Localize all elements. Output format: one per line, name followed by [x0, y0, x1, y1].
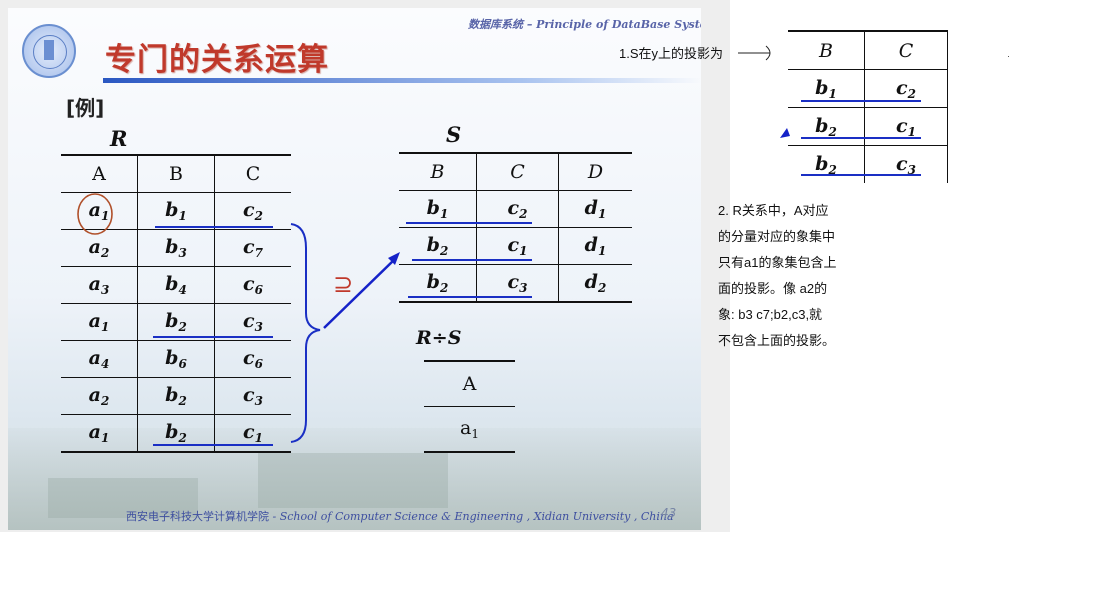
explanation-text: 2. R关系中，A对应 的分量对应的象集中 只有a1的象集包含上 面的投影。像 … — [718, 198, 868, 354]
explanation-line: 的分量对应的象集中 — [718, 229, 836, 244]
s-underlines — [406, 222, 532, 298]
projection-panel: B Cb1 c2 b2 c1 b2 c3 — [781, 17, 953, 183]
explanation-line: 象: b3 c7;b2,c3,就 — [718, 307, 823, 322]
projection-arrow — [738, 45, 771, 61]
explanation-line: 面的投影。像 a2的 — [718, 281, 828, 296]
slide-overlay — [77, 193, 532, 446]
footer-en: - School of Computer Science & Engineeri… — [269, 510, 674, 523]
stray-dot — [1008, 56, 1009, 57]
projection-label: 1.S在y上的投影为 — [619, 46, 724, 61]
projection-overlay — [801, 100, 921, 176]
footer: 西安电子科技大学计算机学院 - School of Computer Scien… — [126, 508, 674, 524]
explanation-line: 不包含上面的投影。 — [718, 333, 836, 348]
explanation-line: 只有a1的象集包含上 — [718, 255, 837, 270]
projection-underlines — [801, 100, 921, 176]
footer-cn: 西安电子科技大学计算机学院 — [126, 510, 269, 523]
slide: 数据库系统 – Principle of DataBase System 专门的… — [8, 8, 701, 530]
a1-circle — [77, 193, 113, 235]
arrow-line — [323, 257, 397, 329]
r-underlines — [153, 226, 273, 446]
page-number: 43 — [661, 506, 677, 520]
small-arrow-icon — [780, 128, 790, 138]
explanation-line: 2. R关系中，A对应 — [718, 203, 829, 218]
curly-brace — [290, 223, 321, 443]
